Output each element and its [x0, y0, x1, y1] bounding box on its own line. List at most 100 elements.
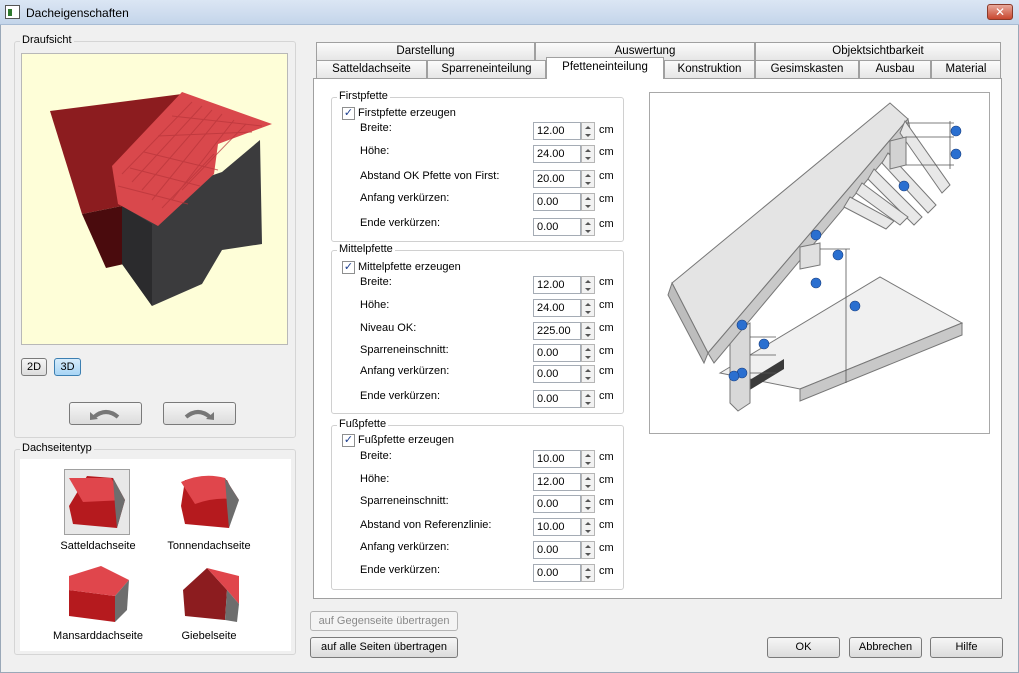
- view-2d-button[interactable]: 2D: [21, 358, 47, 376]
- giebel-icon: [183, 568, 239, 622]
- unit-label: cm: [599, 390, 614, 402]
- rotate-left-icon: [90, 410, 120, 420]
- roof-type-giebel[interactable]: [176, 559, 242, 625]
- fusspfette-ende-spinner[interactable]: [581, 564, 595, 582]
- unit-label: cm: [599, 193, 614, 205]
- tab-sparreneinteilung[interactable]: Sparreneinteilung: [427, 60, 546, 78]
- firstpfette-ende-input[interactable]: 0.00: [533, 218, 581, 236]
- mittelpfette-breite-spinner[interactable]: [581, 276, 595, 294]
- tab-objektsichtbarkeit[interactable]: Objektsichtbarkeit: [755, 42, 1001, 60]
- firstpfette-abstand-input[interactable]: 20.00: [533, 170, 581, 188]
- rotate-left-button[interactable]: [69, 402, 142, 425]
- firstpfette-hoehe-input[interactable]: 24.00: [533, 145, 581, 163]
- mittelpfette-anfang-spinner[interactable]: [581, 365, 595, 383]
- unit-label: cm: [599, 451, 614, 463]
- roof-type-group-label: Dachseitentyp: [20, 442, 94, 454]
- tab-gesimskasten[interactable]: Gesimskasten: [755, 60, 859, 78]
- unit-label: cm: [599, 170, 614, 182]
- unit-label: cm: [599, 365, 614, 377]
- mittelpfette-ende-input[interactable]: 0.00: [533, 390, 581, 408]
- mittelpfette-checkbox[interactable]: ✓: [342, 261, 355, 274]
- unit-label: cm: [599, 218, 614, 230]
- fusspfette-anfang-label: Anfang verkürzen:: [360, 541, 450, 553]
- fusspfette-checkbox-label: Fußpfette erzeugen: [358, 434, 455, 446]
- tab-konstruktion[interactable]: Konstruktion: [664, 60, 755, 78]
- firstpfette-breite-label: Breite:: [360, 122, 392, 134]
- roof-type-label: Tonnendachseite: [167, 540, 251, 552]
- firstpfette-abstand-spinner[interactable]: [581, 170, 595, 188]
- firstpfette-ende-spinner[interactable]: [581, 218, 595, 236]
- roof-type-label: Giebelseite: [181, 630, 237, 642]
- transfer-all-button[interactable]: auf alle Seiten übertragen: [310, 637, 458, 658]
- mittelpfette-anfang-input[interactable]: 0.00: [533, 365, 581, 383]
- help-button[interactable]: Hilfe: [930, 637, 1003, 658]
- fusspfette-breite-spinner[interactable]: [581, 450, 595, 468]
- unit-label: cm: [599, 124, 614, 136]
- fusspfette-abstand-spinner[interactable]: [581, 518, 595, 536]
- fusspfette-breite-label: Breite:: [360, 450, 392, 462]
- tab-satteldachseite[interactable]: Satteldachseite: [316, 60, 427, 78]
- tab-material[interactable]: Material: [931, 60, 1001, 78]
- view-3d-button[interactable]: 3D: [54, 358, 81, 376]
- roof-section-diagram: [667, 102, 964, 412]
- fusspfette-anfang-spinner[interactable]: [581, 541, 595, 559]
- fusspfette-abstand-input[interactable]: 10.00: [533, 518, 581, 536]
- fusspfette-ende-input[interactable]: 0.00: [533, 564, 581, 582]
- mittelpfette-anfang-label: Anfang verkürzen:: [360, 365, 450, 377]
- unit-label: cm: [599, 496, 614, 508]
- firstpfette-breite-input[interactable]: 12.00: [533, 122, 581, 140]
- tab-darstellung[interactable]: Darstellung: [316, 42, 535, 60]
- firstpfette-group-label: Firstpfette: [337, 90, 390, 102]
- roof-type-label: Satteldachseite: [60, 540, 136, 552]
- fusspfette-sparreneinschnitt-input[interactable]: 0.00: [533, 495, 581, 513]
- mittelpfette-hoehe-spinner[interactable]: [581, 299, 595, 317]
- app-icon: [5, 5, 20, 19]
- fusspfette-hoehe-label: Höhe:: [360, 473, 390, 485]
- tab-pfetteneinteilung[interactable]: Pfetteneinteilung: [546, 57, 664, 79]
- mittelpfette-hoehe-input[interactable]: 24.00: [533, 299, 581, 317]
- fusspfette-breite-input[interactable]: 10.00: [533, 450, 581, 468]
- fusspfette-sparreneinschnitt-spinner[interactable]: [581, 495, 595, 513]
- mittelpfette-sparreneinschnitt-input[interactable]: 0.00: [533, 344, 581, 362]
- unit-label: cm: [599, 474, 614, 486]
- firstpfette-breite-spinner[interactable]: [581, 122, 595, 140]
- mittelpfette-checkbox-label: Mittelpfette erzeugen: [358, 261, 461, 273]
- ok-button[interactable]: OK: [767, 637, 840, 658]
- mittelpfette-niveau-label: Niveau OK:: [360, 322, 417, 334]
- unit-label: cm: [599, 276, 614, 288]
- mittelpfette-niveau-input[interactable]: 225.00: [533, 322, 581, 340]
- window-title: Dacheigenschaften: [26, 6, 129, 20]
- fusspfette-hoehe-spinner[interactable]: [581, 473, 595, 491]
- mittelpfette-ende-spinner[interactable]: [581, 390, 595, 408]
- title-bar: Dacheigenschaften ✕: [0, 0, 1019, 25]
- roof-type-tonnendach[interactable]: [176, 469, 242, 535]
- mittelpfette-sparreneinschnitt-spinner[interactable]: [581, 344, 595, 362]
- mittelpfette-ende-label: Ende verkürzen:: [360, 390, 441, 402]
- fusspfette-group-label: Fußpfette: [337, 418, 389, 430]
- firstpfette-anfang-spinner[interactable]: [581, 193, 595, 211]
- fusspfette-hoehe-input[interactable]: 12.00: [533, 473, 581, 491]
- unit-label: cm: [599, 299, 614, 311]
- mittelpfette-niveau-spinner[interactable]: [581, 322, 595, 340]
- rotate-right-button[interactable]: [163, 402, 236, 425]
- firstpfette-hoehe-spinner[interactable]: [581, 145, 595, 163]
- roof-type-mansarddach[interactable]: [64, 559, 130, 625]
- unit-label: cm: [599, 146, 614, 158]
- firstpfette-checkbox[interactable]: ✓: [342, 107, 355, 120]
- unit-label: cm: [599, 519, 614, 531]
- roof-type-label: Mansarddachseite: [53, 630, 143, 642]
- firstpfette-abstand-label: Abstand OK Pfette von First:: [360, 170, 500, 182]
- firstpfette-anfang-input[interactable]: 0.00: [533, 193, 581, 211]
- satteldach-icon: [69, 476, 125, 528]
- roof-type-satteldach[interactable]: [64, 469, 130, 535]
- fusspfette-checkbox[interactable]: ✓: [342, 434, 355, 447]
- pfetten-illustration: [649, 92, 990, 434]
- fusspfette-anfang-input[interactable]: 0.00: [533, 541, 581, 559]
- tab-ausbau[interactable]: Ausbau: [859, 60, 931, 78]
- close-button[interactable]: ✕: [987, 4, 1013, 20]
- roof-type-list: [20, 459, 291, 651]
- transfer-opposite-button[interactable]: auf Gegenseite übertragen: [310, 611, 458, 631]
- mittelpfette-breite-input[interactable]: 12.00: [533, 276, 581, 294]
- cancel-button[interactable]: Abbrechen: [849, 637, 922, 658]
- roof-3d-preview[interactable]: [21, 53, 288, 345]
